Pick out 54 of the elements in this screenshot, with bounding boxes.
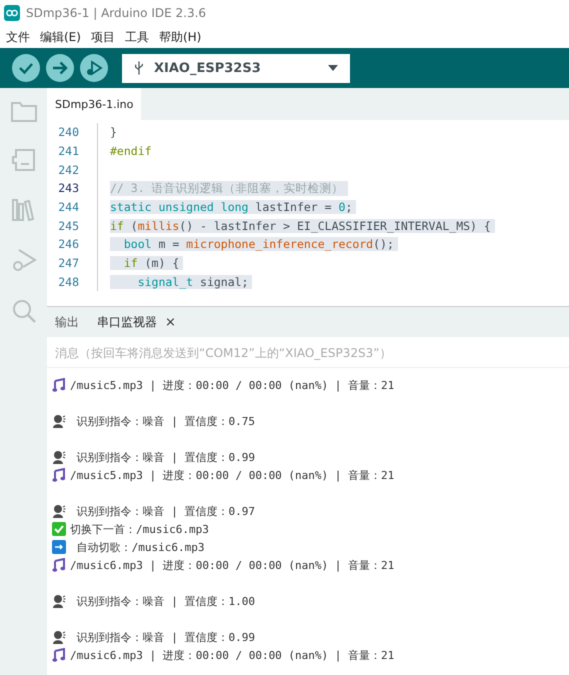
line-number: 241 <box>57 144 80 158</box>
board-icon[interactable] <box>10 148 36 172</box>
play-debug-icon <box>84 58 104 78</box>
dropdown-caret-icon <box>328 65 338 71</box>
log-line: 自动切歌：/music6.mp3 <box>76 540 204 554</box>
line-number: 245 <box>57 218 80 233</box>
menu-item[interactable]: 项目 <box>90 28 115 46</box>
line-number: 246 <box>57 237 80 252</box>
line-number: 242 <box>57 162 80 177</box>
music-note-icon <box>52 558 66 572</box>
file-tab[interactable]: SDmp36-1.ino <box>47 88 142 120</box>
panel-tab[interactable]: 串口监视器 × <box>97 314 176 330</box>
close-icon[interactable]: × <box>165 314 176 330</box>
menu-item[interactable]: 编辑(E) <box>40 28 81 46</box>
speaking-head-icon <box>52 504 66 518</box>
line-number: 244 <box>57 200 80 214</box>
log-line: /music6.mp3 | 进度：00:00 / 00:00 (nan%) | 音量：21 <box>70 648 394 662</box>
log-line: 识别到指令：噪音 | 置信度：0.99 <box>76 450 255 464</box>
menu-item[interactable]: 工具 <box>124 28 149 46</box>
line-number: 247 <box>57 256 80 270</box>
speaking-head-icon <box>52 414 66 428</box>
app-logo-icon <box>4 5 20 21</box>
log-line: /music5.mp3 | 进度：00:00 / 00:00 (nan%) | 音量：21 <box>70 468 394 482</box>
debug-icon[interactable] <box>10 248 36 272</box>
debug-button[interactable] <box>80 54 108 82</box>
line-number: 243 <box>57 181 80 196</box>
panel-tab[interactable]: 输出 <box>55 314 79 330</box>
speaking-head-icon <box>52 594 66 608</box>
search-icon[interactable] <box>10 298 36 324</box>
log-line: 识别到指令：噪音 | 置信度：0.97 <box>76 504 255 518</box>
speaking-head-icon <box>52 450 66 464</box>
line-number: 248 <box>57 274 80 289</box>
library-icon[interactable] <box>10 198 36 222</box>
log-line: /music6.mp3 | 进度：00:00 / 00:00 (nan%) | 音量：21 <box>70 558 394 572</box>
usb-icon <box>134 60 144 76</box>
folder-icon[interactable] <box>10 100 36 122</box>
music-note-icon <box>52 378 66 392</box>
log-line: 切换下一首：/music6.mp3 <box>70 522 209 536</box>
log-line: 识别到指令：噪音 | 置信度：0.75 <box>76 414 255 428</box>
menu-item[interactable]: 帮助(H) <box>158 28 202 46</box>
speaking-head-icon <box>52 630 66 644</box>
verify-button[interactable] <box>12 54 40 82</box>
music-note-icon <box>52 468 66 482</box>
log-line: /music5.mp3 | 进度：00:00 / 00:00 (nan%) | 音量：21 <box>70 378 394 392</box>
line-number: 240 <box>57 125 80 140</box>
window-title: SDmp36-1 | Arduino IDE 2.3.6 <box>26 6 206 20</box>
board-name: XIAO_ESP32S3 <box>154 60 262 76</box>
log-line: 识别到指令：噪音 | 置信度：1.00 <box>76 594 255 608</box>
board-selector[interactable]: XIAO_ESP32S3 <box>122 54 350 82</box>
music-note-icon <box>52 648 66 662</box>
checkmark-icon <box>52 522 66 536</box>
upload-button[interactable] <box>46 54 74 82</box>
log-line: 识别到指令：噪音 | 置信度：0.99 <box>76 630 255 644</box>
menu-item[interactable]: 文件 <box>6 28 30 46</box>
